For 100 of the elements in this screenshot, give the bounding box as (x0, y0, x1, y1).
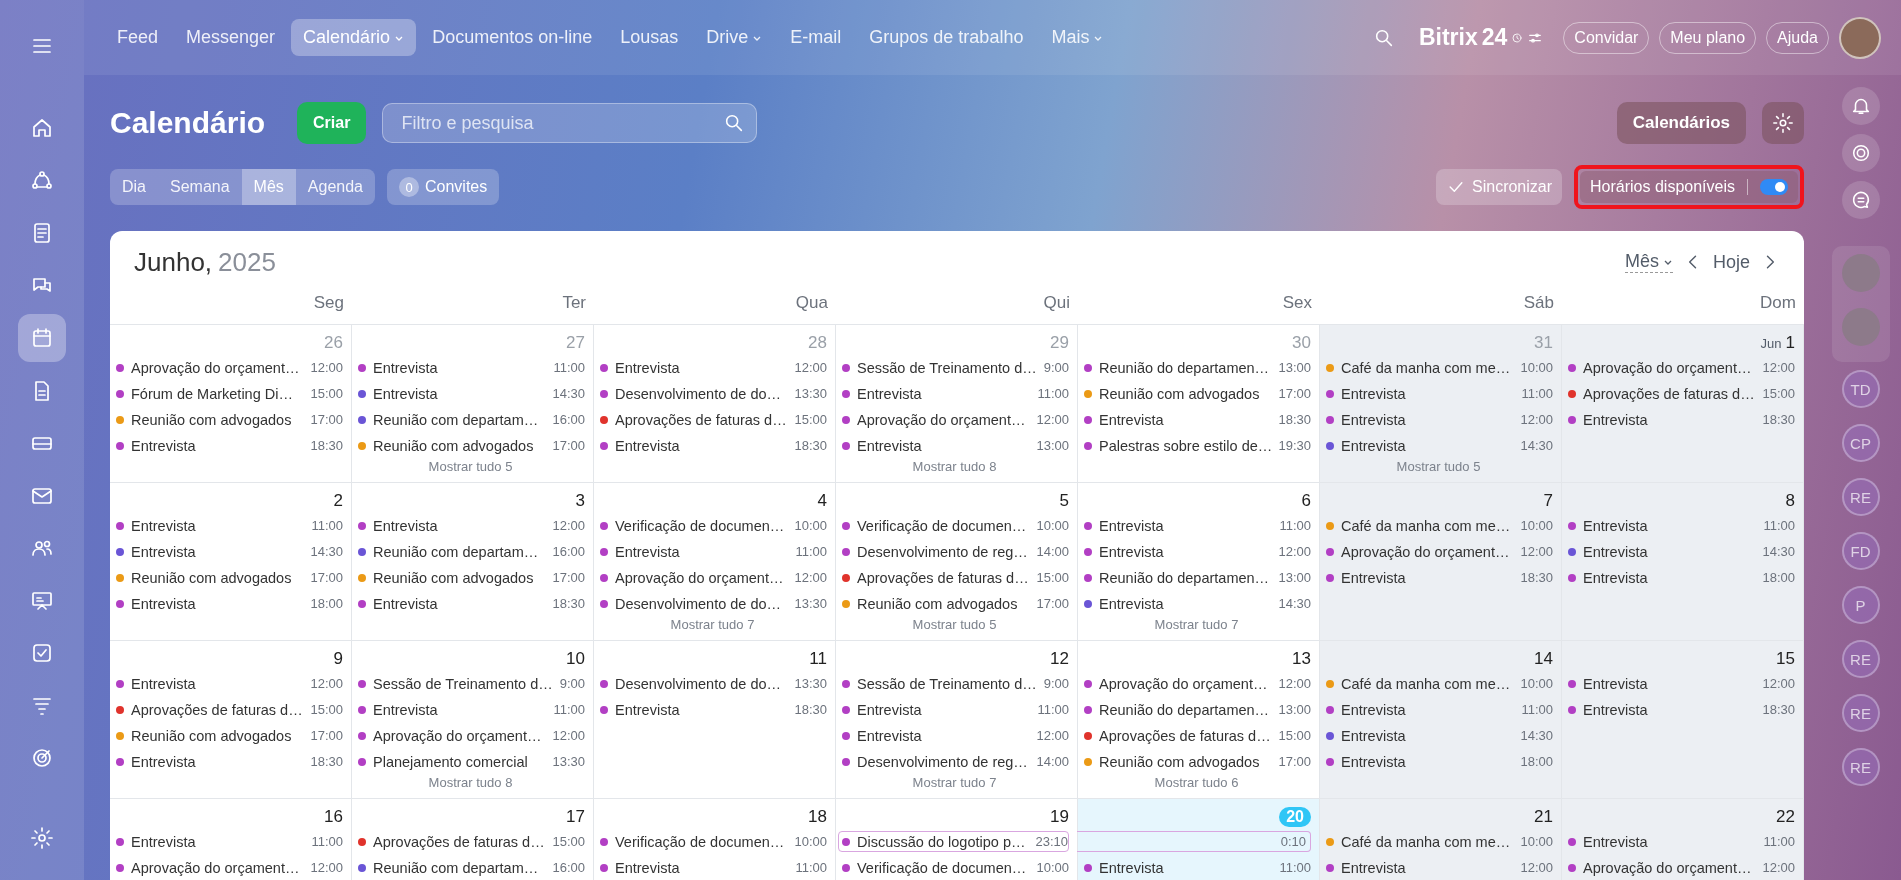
event-item[interactable]: Entrevista 11:00 (356, 357, 585, 378)
event-item[interactable]: Desenvolvimento de reg… 14:00 (840, 541, 1069, 562)
event-item[interactable]: Entrevista 14:30 (1566, 541, 1795, 562)
event-item[interactable]: Entrevista 12:00 (114, 673, 343, 694)
event-item[interactable]: Sessão de Treinamento d… 9:00 (356, 673, 585, 694)
event-item[interactable]: Aprovações de faturas d… 15:00 (840, 567, 1069, 588)
event-item[interactable]: Entrevista 18:00 (114, 593, 343, 614)
event-item[interactable]: Aprovação do orçament… 12:00 (1324, 541, 1553, 562)
event-item[interactable]: Entrevista 12:00 (356, 515, 585, 536)
event-item[interactable]: Entrevista 18:30 (1566, 409, 1795, 430)
show-all-link[interactable]: Mostrar tudo 6 (1154, 775, 1239, 790)
event-item[interactable]: Entrevista 14:30 (1324, 725, 1553, 746)
event-item[interactable]: Entrevista 12:00 (840, 725, 1069, 746)
calendars-button[interactable]: Calendários (1616, 102, 1746, 144)
day-cell[interactable]: 12 Sessão de Treinamento d… 9:00 Entrevista 11:00 Entrevista 12:00 Desenvolvimento de reg… 14:00 Mostrar tudo 7 (836, 641, 1078, 799)
event-item[interactable]: Entrevista 12:00 (1082, 541, 1311, 562)
event-item[interactable]: Reunião com advogados 17:00 (356, 567, 585, 588)
day-cell[interactable]: 31 Café da manha com me… 10:00 Entrevista 11:00 Entrevista 12:00 Entrevista 14:30 Mostrar tudo 5 (1320, 325, 1562, 483)
event-item[interactable]: Aprovação do orçament… 12:00 (1082, 673, 1311, 694)
day-cell[interactable]: 7 Café da manha com me… 10:00 Aprovação do orçament… 12:00 Entrevista 18:30 (1320, 483, 1562, 641)
event-item[interactable]: Entrevista 14:30 (356, 383, 585, 404)
event-item[interactable]: Reunião com advogados 17:00 (840, 593, 1069, 614)
event-item[interactable]: Entrevista 11:00 (840, 383, 1069, 404)
event-item[interactable]: Aprovação do orçament… 12:00 (114, 857, 343, 878)
event-item[interactable]: Entrevista 11:00 (1082, 857, 1311, 878)
event-item[interactable]: Entrevista 18:30 (114, 435, 343, 456)
event-item[interactable]: Entrevista 11:00 (356, 699, 585, 720)
event-item[interactable]: Entrevista 18:30 (1566, 699, 1795, 720)
day-cell[interactable]: 26 Aprovação do orçament… 12:00 Fórum de Marketing Di… 15:00 Reunião com advogados 17:00 Entrevista 18:30 (110, 325, 352, 483)
day-cell[interactable]: 9 Entrevista 12:00 Aprovações de faturas d… 15:00 Reunião com advogados 17:00 Entrevista 18:30 (110, 641, 352, 799)
event-item[interactable]: Reunião com advogados 17:00 (356, 435, 585, 456)
show-all-link[interactable]: Mostrar tudo 7 (670, 617, 755, 632)
event-item[interactable]: Aprovação do orçament… 12:00 (114, 357, 343, 378)
event-item[interactable]: Entrevista 18:00 (1324, 751, 1553, 772)
event-item[interactable]: Entrevista 12:00 (1324, 409, 1553, 430)
event-item[interactable]: Desenvolvimento de reg… 14:00 (840, 751, 1069, 772)
chat-button[interactable] (1841, 181, 1880, 219)
event-item[interactable]: Entrevista 18:30 (114, 751, 343, 772)
event-item[interactable]: Café da manha com me… 10:00 (1324, 357, 1553, 378)
event-item[interactable]: Discussão do logotipo p… 23:10 (838, 831, 1069, 852)
view-select[interactable]: Mês (1624, 251, 1673, 273)
day-cell[interactable]: 4 Verificação de documen… 10:00 Entrevista 11:00 Aprovação do orçament… 12:00 Desenvolvimento de do… 13:30 Mostrar tudo 7 (594, 483, 836, 641)
event-item[interactable]: Palestras sobre estilo de… 19:30 (1082, 435, 1311, 456)
show-all-link[interactable]: Mostrar tudo 5 (428, 459, 513, 474)
event-item[interactable]: Aprovação do orçament… 12:00 (356, 725, 585, 746)
event-item[interactable]: Entrevista 11:00 (1566, 515, 1795, 536)
event-item[interactable]: Entrevista 18:30 (356, 593, 585, 614)
day-cell[interactable]: 11 Desenvolvimento de do… 13:30 Entrevista 18:30 (594, 641, 836, 799)
event-end[interactable]: 0:10 (1077, 831, 1311, 852)
event-item[interactable]: Desenvolvimento de do… 13:30 (598, 673, 827, 694)
notifications-button[interactable] (1841, 87, 1880, 125)
event-item[interactable]: Entrevista 11:00 (1082, 515, 1311, 536)
user-avatar[interactable] (1839, 16, 1881, 59)
day-cell[interactable]: Jun 1 Aprovação do orçament… 12:00 Aprovações de faturas d… 15:00 Entrevista 18:30 (1562, 325, 1804, 483)
show-all-link[interactable]: Mostrar tudo 8 (428, 775, 513, 790)
day-cell[interactable]: 20 0:10 Entrevista 11:00 (1078, 799, 1320, 880)
event-item[interactable]: Entrevista 11:00 (598, 541, 827, 562)
event-item[interactable]: Entrevista 11:00 (1324, 699, 1553, 720)
event-item[interactable]: Reunião com advogados 17:00 (114, 567, 343, 588)
event-item[interactable]: Aprovações de faturas d… 15:00 (1566, 383, 1795, 404)
show-all-link[interactable]: Mostrar tudo 7 (1154, 617, 1239, 632)
event-item[interactable]: Entrevista 18:30 (1082, 409, 1311, 430)
event-item[interactable]: Verificação de documen… 10:00 (840, 857, 1069, 878)
event-item[interactable]: Reunião com departam… 16:00 (356, 857, 585, 878)
event-item[interactable]: Entrevista 11:00 (114, 515, 343, 536)
settings-button[interactable] (1762, 102, 1804, 144)
event-item[interactable]: Café da manha com me… 10:00 (1324, 673, 1553, 694)
day-cell[interactable]: 2 Entrevista 11:00 Entrevista 14:30 Reunião com advogados 17:00 Entrevista 18:00 (110, 483, 352, 641)
event-item[interactable]: Entrevista 14:30 (1324, 435, 1553, 456)
event-item[interactable]: Entrevista 14:30 (114, 541, 343, 562)
event-item[interactable]: Entrevista 13:00 (840, 435, 1069, 456)
day-cell[interactable]: 28 Entrevista 12:00 Desenvolvimento de do… 13:30 Aprovações de faturas d… 15:00 Entrevista 18:30 (594, 325, 836, 483)
day-cell[interactable]: 17 Aprovações de faturas d… 15:00 Reunião com departam… 16:00 (352, 799, 594, 880)
event-item[interactable]: Entrevista 12:00 (1324, 857, 1553, 878)
event-item[interactable]: Entrevista 18:00 (1566, 567, 1795, 588)
event-item[interactable]: Reunião com departam… 16:00 (356, 409, 585, 430)
sidebar-item[interactable] (18, 314, 66, 362)
event-item[interactable]: Entrevista 14:30 (1082, 593, 1311, 614)
event-item[interactable]: Entrevista 12:00 (598, 357, 827, 378)
event-item[interactable]: Fórum de Marketing Di… 15:00 (114, 383, 343, 404)
event-item[interactable]: Sessão de Treinamento d… 9:00 (840, 357, 1069, 378)
event-item[interactable]: Verificação de documen… 10:00 (598, 831, 827, 852)
event-item[interactable]: Reunião com advogados 17:00 (1082, 751, 1311, 772)
event-item[interactable]: Reunião do departamen… 13:00 (1082, 357, 1311, 378)
event-item[interactable]: Aprovações de faturas d… 15:00 (356, 831, 585, 852)
day-cell[interactable]: 5 Verificação de documen… 10:00 Desenvolvimento de reg… 14:00 Aprovações de faturas d… 15:00 Reunião com advogados 17:00 Mostrar tudo 5 (836, 483, 1078, 641)
event-item[interactable]: Café da manha com me… 10:00 (1324, 831, 1553, 852)
event-item[interactable]: Reunião do departamen… 13:00 (1082, 567, 1311, 588)
event-item[interactable]: Reunião com advogados 17:00 (1082, 383, 1311, 404)
event-item[interactable]: Desenvolvimento de do… 13:30 (598, 383, 827, 404)
show-all-link[interactable]: Mostrar tudo 5 (912, 617, 997, 632)
day-cell[interactable]: 15 Entrevista 12:00 Entrevista 18:30 (1562, 641, 1804, 799)
day-cell[interactable]: 8 Entrevista 11:00 Entrevista 14:30 Entrevista 18:00 (1562, 483, 1804, 641)
event-item[interactable]: Planejamento comercial 13:30 (356, 751, 585, 772)
today-button[interactable]: Hoje (1712, 251, 1750, 273)
event-item[interactable]: Aprovação do orçament… 12:00 (1566, 357, 1795, 378)
event-item[interactable]: Desenvolvimento de do… 13:30 (598, 593, 827, 614)
event-item[interactable]: Entrevista 18:30 (598, 435, 827, 456)
day-cell[interactable]: 29 Sessão de Treinamento d… 9:00 Entrevista 11:00 Aprovação do orçament… 12:00 Entrevista 13:00 Mostrar tudo 8 (836, 325, 1078, 483)
event-item[interactable]: Sessão de Treinamento d… 9:00 (840, 673, 1069, 694)
